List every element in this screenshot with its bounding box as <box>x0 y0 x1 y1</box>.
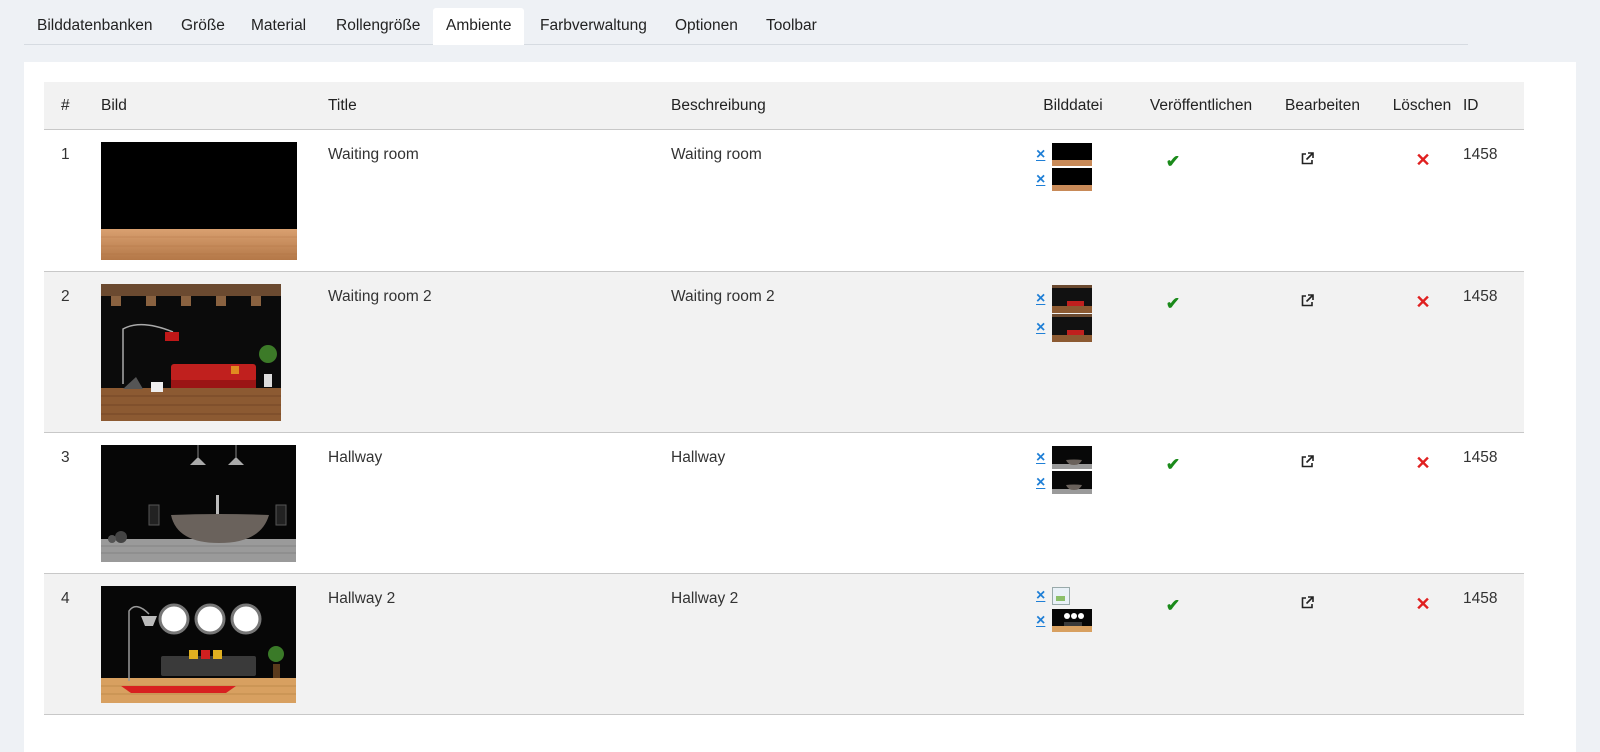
file-thumbnail <box>1052 314 1092 342</box>
published-check-icon[interactable]: ✔ <box>1166 294 1180 313</box>
col-header-file: Bilddatei <box>1008 82 1138 130</box>
published-check-icon[interactable]: ✔ <box>1166 455 1180 474</box>
remove-file-icon[interactable]: × <box>1036 320 1050 336</box>
tab-bilddatenbanken[interactable]: Bilddatenbanken <box>24 8 166 44</box>
col-header-edit: Bearbeiten <box>1264 82 1381 130</box>
row-title: Hallway <box>328 449 383 466</box>
file-thumbnail <box>1052 471 1092 494</box>
remove-file-icon[interactable]: × <box>1036 588 1050 604</box>
hallway-2-image <box>101 586 296 703</box>
remove-file-icon[interactable]: × <box>1036 291 1050 307</box>
row-number: 1 <box>61 146 70 163</box>
row-description: Hallway 2 <box>671 590 739 607</box>
tab-rollengroesse[interactable]: Rollengröße <box>323 8 433 44</box>
row-id: 1458 <box>1463 288 1498 305</box>
table-row: 3 Hallway Hallway × × ✔ ✕ 1458 <box>44 432 1524 574</box>
file-list: × × <box>1036 143 1138 203</box>
col-header-title: Title <box>328 82 671 130</box>
waiting-room-image <box>101 142 297 260</box>
tab-farbverwaltung[interactable]: Farbverwaltung <box>527 8 660 44</box>
delete-icon[interactable]: ✕ <box>1415 453 1430 473</box>
row-title: Waiting room 2 <box>328 288 432 305</box>
row-id: 1458 <box>1463 146 1498 163</box>
tab-groesse[interactable]: Größe <box>168 8 238 44</box>
row-title: Waiting room <box>328 146 419 163</box>
file-thumbnail <box>1052 168 1092 191</box>
col-header-image: Bild <box>101 82 328 130</box>
table-header-row: # Bild Title Beschreibung Bilddatei Verö… <box>44 82 1524 130</box>
hallway-image <box>101 445 296 562</box>
content-panel: # Bild Title Beschreibung Bilddatei Verö… <box>24 62 1576 752</box>
col-header-description: Beschreibung <box>671 82 1008 130</box>
delete-icon[interactable]: ✕ <box>1415 594 1430 614</box>
file-thumbnail <box>1052 609 1092 632</box>
delete-icon[interactable]: ✕ <box>1415 150 1430 170</box>
tab-toolbar[interactable]: Toolbar <box>753 8 830 44</box>
edit-icon[interactable] <box>1301 596 1314 614</box>
remove-file-icon[interactable]: × <box>1036 171 1050 188</box>
table-row: 1 Waiting room Waiting room × × ✔ ✕ 1458 <box>44 129 1524 272</box>
file-thumbnail <box>1052 285 1092 313</box>
file-list: × × <box>1036 285 1138 345</box>
edit-icon[interactable] <box>1301 152 1314 170</box>
file-thumbnail <box>1052 143 1092 166</box>
tab-ambiente[interactable]: Ambiente <box>433 8 525 45</box>
broken-image-icon <box>1052 587 1070 605</box>
row-description: Waiting room <box>671 146 762 163</box>
col-header-delete: Löschen <box>1381 82 1463 130</box>
table-row: 4 Hallway 2 Hallway 2 × × ✔ ✕ 1458 <box>44 573 1524 715</box>
file-thumbnail <box>1052 446 1092 469</box>
tab-optionen[interactable]: Optionen <box>662 8 751 44</box>
row-number: 4 <box>61 590 70 607</box>
file-list: × × <box>1036 587 1138 647</box>
table-row: 2 Waiting room 2 Waiting room 2 × × ✔ ✕ … <box>44 271 1524 433</box>
remove-file-icon[interactable]: × <box>1036 449 1050 466</box>
published-check-icon[interactable]: ✔ <box>1166 596 1180 615</box>
ambiente-table: # Bild Title Beschreibung Bilddatei Verö… <box>44 82 1524 715</box>
row-id: 1458 <box>1463 590 1498 607</box>
delete-icon[interactable]: ✕ <box>1415 292 1430 312</box>
tab-bar: Bilddatenbanken Größe Material Rollengrö… <box>24 8 1468 45</box>
col-header-publish: Veröffentlichen <box>1138 82 1264 130</box>
tab-material[interactable]: Material <box>238 8 319 44</box>
row-description: Waiting room 2 <box>671 288 775 305</box>
row-description: Hallway <box>671 449 726 466</box>
row-id: 1458 <box>1463 449 1498 466</box>
remove-file-icon[interactable]: × <box>1036 146 1050 163</box>
row-number: 3 <box>61 449 70 466</box>
edit-icon[interactable] <box>1301 294 1314 312</box>
col-header-num: # <box>44 82 101 130</box>
file-list: × × <box>1036 446 1138 506</box>
col-header-id: ID <box>1463 82 1524 130</box>
published-check-icon[interactable]: ✔ <box>1166 152 1180 171</box>
remove-file-icon[interactable]: × <box>1036 612 1050 629</box>
edit-icon[interactable] <box>1301 455 1314 473</box>
row-number: 2 <box>61 288 70 305</box>
row-title: Hallway 2 <box>328 590 396 607</box>
remove-file-icon[interactable]: × <box>1036 474 1050 491</box>
waiting-room-2-image <box>101 284 281 421</box>
